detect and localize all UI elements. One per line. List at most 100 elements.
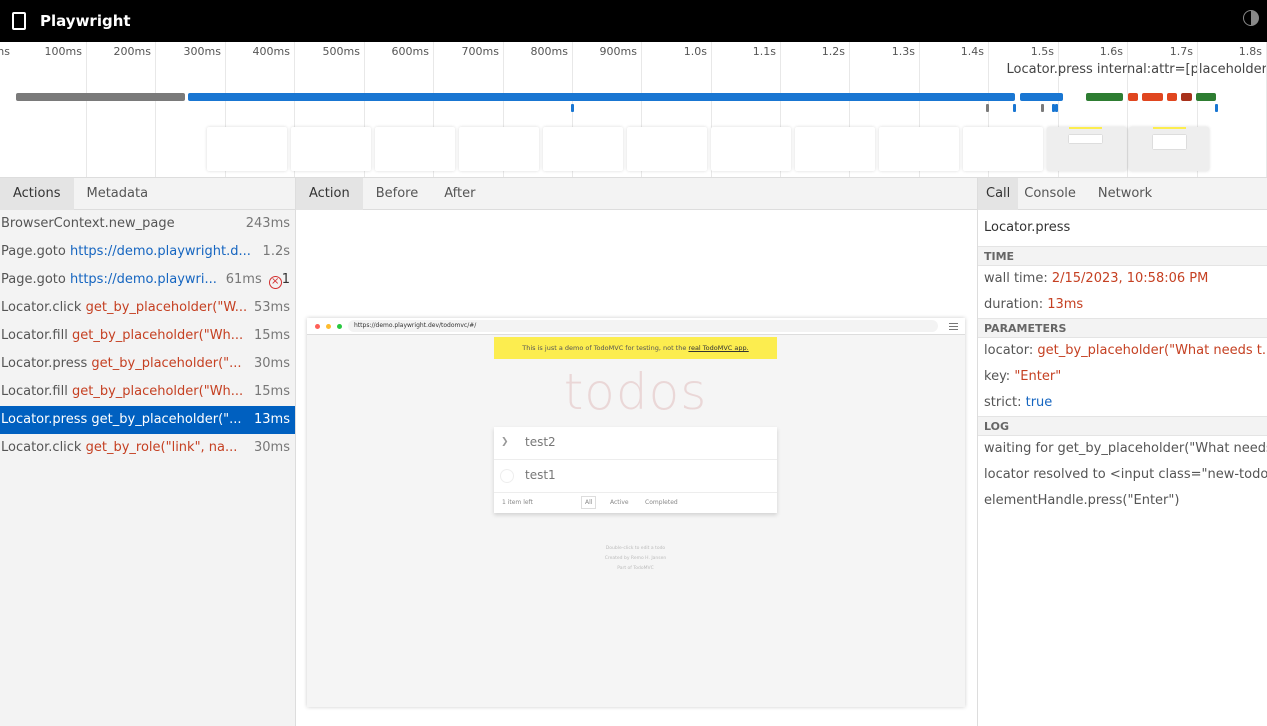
time-header: TIME xyxy=(978,246,1267,266)
timeline-thumbnail[interactable] xyxy=(291,127,371,171)
action-argument: get_by_placeholder("... xyxy=(91,356,242,371)
tab-action[interactable]: Action xyxy=(296,178,363,210)
timeline-thumbnail[interactable] xyxy=(963,127,1043,171)
action-duration-value: 30ms xyxy=(254,440,290,455)
action-duration-value: 1.2s xyxy=(262,244,290,259)
action-duration-value: 61ms xyxy=(225,272,262,287)
action-row[interactable]: Page.goto https://demo.playwri... 61ms × 1 xyxy=(0,266,295,294)
timeline-thumbnail[interactable] xyxy=(375,127,455,171)
minimize-dot-icon xyxy=(326,324,331,329)
timeline-tick-label: 1.7s xyxy=(1169,45,1193,58)
action-row[interactable]: Locator.press get_by_placeholder("... 30m… xyxy=(0,350,295,378)
timeline-tick-label: 1.1s xyxy=(752,45,776,58)
timeline-action-bar[interactable] xyxy=(16,93,185,101)
timeline-thumbnail[interactable] xyxy=(207,127,287,171)
action-duration-value: 13ms xyxy=(254,412,290,427)
timeline-tick-label: 100ms xyxy=(44,45,82,58)
timeline-action-bar[interactable] xyxy=(1142,93,1163,101)
action-row[interactable]: Page.goto https://demo.playwright.d... 1.… xyxy=(0,238,295,266)
info-line: Created by Remo H. Jansen xyxy=(604,556,667,561)
timeline-thumbnail[interactable] xyxy=(879,127,959,171)
timeline-thumbnail[interactable] xyxy=(1047,127,1127,171)
wall-time-value: 2/15/2023, 10:58:06 PM xyxy=(1051,271,1209,286)
timeline-tick-label: 500ms xyxy=(322,45,360,58)
timeline-gridline xyxy=(86,42,87,177)
info-footer: Double-click to edit a todo Created by R… xyxy=(494,544,777,574)
action-row[interactable]: Locator.press get_by_placeholder("... 13m… xyxy=(0,406,295,434)
tab-network[interactable]: Network xyxy=(1084,178,1160,210)
tab-console[interactable]: Console xyxy=(1018,178,1084,210)
timeline-tick-label: 1.8s xyxy=(1238,45,1262,58)
timeline-thumbnail[interactable] xyxy=(795,127,875,171)
timeline-action-bar[interactable] xyxy=(1181,93,1192,101)
timeline-thumbnail[interactable] xyxy=(627,127,707,171)
timeline-action-bar[interactable] xyxy=(188,93,1015,101)
timeline-tick-label: 400ms xyxy=(252,45,290,58)
action-duration: 30ms xyxy=(250,434,290,462)
action-duration-value: 30ms xyxy=(254,356,290,371)
duration-label: duration: xyxy=(984,297,1048,312)
action-row[interactable]: Locator.fill get_by_placeholder("Wh... 15… xyxy=(0,378,295,406)
timeline-thumbnail[interactable] xyxy=(711,127,791,171)
timeline-action-bar[interactable] xyxy=(1086,93,1123,101)
tab-after[interactable]: After xyxy=(431,178,488,210)
close-dot-icon xyxy=(315,324,320,329)
thumbnail-banner xyxy=(1069,127,1102,129)
timeline-tick-label: 700ms xyxy=(461,45,499,58)
thumbnail-banner xyxy=(1153,127,1186,129)
duration-value: 13ms xyxy=(1047,297,1084,312)
action-row[interactable]: Locator.fill get_by_placeholder("Wh... 15… xyxy=(0,322,295,350)
action-duration: 30ms xyxy=(250,350,290,378)
action-argument: get_by_placeholder("Wh... xyxy=(71,384,244,399)
action-duration-value: 15ms xyxy=(254,384,290,399)
action-row[interactable]: Locator.click get_by_role("link", na... 3… xyxy=(0,434,295,462)
timeline-thumbnail[interactable] xyxy=(543,127,623,171)
action-argument: get_by_role("link", na... xyxy=(85,440,238,455)
thumbnail-box xyxy=(1153,135,1186,149)
page-snapshot: https://demo.playwright.dev/todomvc/#/ T… xyxy=(307,318,965,707)
action-api: Locator.click xyxy=(1,440,86,455)
timeline-tick-label: 900ms xyxy=(599,45,637,58)
log-list: waiting for get_by_placeholder("What nee… xyxy=(978,436,1267,514)
action-duration: 61ms × 1 xyxy=(221,266,290,294)
action-api: Locator.click xyxy=(1,300,86,315)
action-duration: 13ms xyxy=(250,406,290,434)
tab-metadata[interactable]: Metadata xyxy=(74,178,162,210)
timeline-thumbnail[interactable] xyxy=(1129,127,1209,171)
timeline-tick-label: 300ms xyxy=(183,45,221,58)
action-row[interactable]: BrowserContext.new_page 243ms xyxy=(0,210,295,238)
timeline-tick-label: 1.3s xyxy=(891,45,915,58)
tab-actions[interactable]: Actions xyxy=(0,178,74,210)
action-row[interactable]: Locator.click get_by_placeholder("W... 53… xyxy=(0,294,295,322)
timeline-gridline xyxy=(1127,42,1128,177)
timeline-action-bar[interactable] xyxy=(1128,93,1138,101)
info-line: Part of TodoMVC xyxy=(617,566,654,571)
actions-panel: Actions Metadata BrowserContext.new_page… xyxy=(0,178,296,726)
timeline-action-bar[interactable] xyxy=(1167,93,1177,101)
theme-toggle-icon[interactable] xyxy=(1243,10,1259,26)
info-line: Double-click to edit a todo xyxy=(605,546,666,551)
todo-text: test2 xyxy=(525,435,556,449)
timeline-tick-label: 1.2s xyxy=(821,45,845,58)
action-duration: 243ms xyxy=(241,210,290,238)
items-left: 1 item left xyxy=(502,499,533,506)
parameter-value: get_by_placeholder("What needs t... xyxy=(1037,343,1267,358)
parameter-row: locator: get_by_placeholder("What needs … xyxy=(978,338,1267,364)
todos-heading: todos xyxy=(563,363,708,421)
app-header: Playwright xyxy=(0,0,1267,42)
timeline-action-bar[interactable] xyxy=(1196,93,1216,101)
timeline-thumbnail[interactable] xyxy=(459,127,539,171)
todo-text: test1 xyxy=(525,468,556,482)
left-tabs: Actions Metadata xyxy=(0,178,295,210)
parameter-key: key: xyxy=(984,369,1015,384)
tab-before[interactable]: Before xyxy=(363,178,432,210)
action-duration-value: 15ms xyxy=(254,328,290,343)
error-icon: × xyxy=(268,276,282,289)
snapshot-url: https://demo.playwright.dev/todomvc/#/ xyxy=(348,320,938,332)
timeline[interactable]: Locator.press internal:attr=[placeholder… xyxy=(0,42,1267,178)
tab-call[interactable]: Call xyxy=(978,178,1019,210)
maximize-dot-icon xyxy=(337,324,342,329)
timeline-tick-label: 1.5s xyxy=(1030,45,1054,58)
timeline-action-bar[interactable] xyxy=(1020,93,1063,101)
timeline-event-marker xyxy=(1215,104,1218,112)
